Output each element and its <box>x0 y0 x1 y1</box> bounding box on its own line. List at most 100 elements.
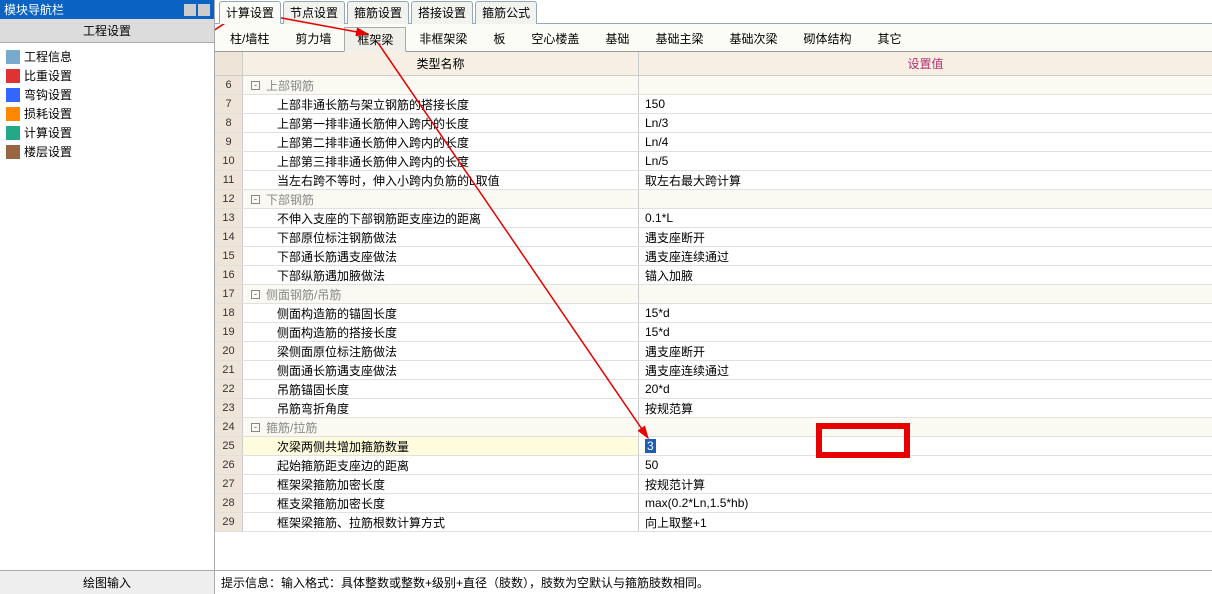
setting-value[interactable]: 遇支座连续通过 <box>639 361 1212 379</box>
secondary-tab[interactable]: 剪力墙 <box>282 26 344 51</box>
setting-value[interactable] <box>639 76 1212 94</box>
secondary-tab[interactable]: 其它 <box>864 26 914 51</box>
primary-tab[interactable]: 搭接设置 <box>411 1 473 24</box>
sidebar-bottom-tab[interactable]: 绘图输入 <box>0 570 214 594</box>
setting-value[interactable]: 向上取整+1 <box>639 513 1212 531</box>
group-row[interactable]: 17-侧面钢筋/吊筋 <box>215 285 1212 304</box>
sidebar-item[interactable]: 计算设置 <box>0 123 214 142</box>
row-number: 20 <box>215 342 243 360</box>
tree-icon <box>6 145 20 159</box>
setting-row[interactable]: 21侧面通长筋遇支座做法遇支座连续通过 <box>215 361 1212 380</box>
setting-name: 起始箍筋距支座边的距离 <box>243 456 639 474</box>
setting-row[interactable]: 16下部纵筋遇加腋做法锚入加腋 <box>215 266 1212 285</box>
setting-value[interactable]: 锚入加腋 <box>639 266 1212 284</box>
setting-row[interactable]: 25次梁两侧共增加箍筋数量3 <box>215 437 1212 456</box>
collapse-icon[interactable]: - <box>251 195 260 204</box>
setting-value[interactable]: 3 <box>639 437 1212 455</box>
collapse-icon[interactable]: - <box>251 81 260 90</box>
setting-value[interactable]: 15*d <box>639 323 1212 341</box>
secondary-tab[interactable]: 基础 <box>592 26 642 51</box>
setting-value[interactable] <box>639 190 1212 208</box>
row-number: 24 <box>215 418 243 436</box>
setting-row[interactable]: 11当左右跨不等时，伸入小跨内负筋的L取值取左右最大跨计算 <box>215 171 1212 190</box>
setting-row[interactable]: 20梁侧面原位标注筋做法遇支座断开 <box>215 342 1212 361</box>
primary-tab[interactable]: 节点设置 <box>283 1 345 24</box>
setting-name: -侧面钢筋/吊筋 <box>243 285 639 303</box>
sidebar-item[interactable]: 工程信息 <box>0 47 214 66</box>
primary-tab[interactable]: 箍筋设置 <box>347 1 409 24</box>
sidebar-section-header[interactable]: 工程设置 <box>0 19 214 43</box>
setting-value[interactable]: 遇支座连续通过 <box>639 247 1212 265</box>
group-row[interactable]: 24-箍筋/拉筋 <box>215 418 1212 437</box>
sidebar-item[interactable]: 比重设置 <box>0 66 214 85</box>
setting-name: 梁侧面原位标注筋做法 <box>243 342 639 360</box>
setting-value[interactable] <box>639 418 1212 436</box>
setting-name: 侧面构造筋的搭接长度 <box>243 323 639 341</box>
setting-row[interactable]: 22吊筋锚固长度20*d <box>215 380 1212 399</box>
setting-value[interactable]: 150 <box>639 95 1212 113</box>
setting-row[interactable]: 28框支梁箍筋加密长度max(0.2*Ln,1.5*hb) <box>215 494 1212 513</box>
setting-row[interactable]: 27框架梁箍筋加密长度按规范计算 <box>215 475 1212 494</box>
setting-value[interactable]: 0.1*L <box>639 209 1212 227</box>
setting-row[interactable]: 18侧面构造筋的锚固长度15*d <box>215 304 1212 323</box>
sidebar-item[interactable]: 损耗设置 <box>0 104 214 123</box>
group-row[interactable]: 6-上部钢筋 <box>215 76 1212 95</box>
setting-value[interactable]: 15*d <box>639 304 1212 322</box>
setting-value[interactable]: 遇支座断开 <box>639 342 1212 360</box>
secondary-tab[interactable]: 砌体结构 <box>790 26 864 51</box>
setting-row[interactable]: 14下部原位标注钢筋做法遇支座断开 <box>215 228 1212 247</box>
close-icon[interactable] <box>198 4 210 16</box>
setting-row[interactable]: 13不伸入支座的下部钢筋距支座边的距离0.1*L <box>215 209 1212 228</box>
setting-row[interactable]: 8上部第一排非通长筋伸入跨内的长度Ln/3 <box>215 114 1212 133</box>
row-number: 27 <box>215 475 243 493</box>
setting-value[interactable]: Ln/5 <box>639 152 1212 170</box>
setting-value[interactable]: Ln/4 <box>639 133 1212 151</box>
row-number: 17 <box>215 285 243 303</box>
setting-value[interactable]: 按规范计算 <box>639 475 1212 493</box>
setting-name: 下部通长筋遇支座做法 <box>243 247 639 265</box>
secondary-tab[interactable]: 板 <box>480 26 518 51</box>
setting-row[interactable]: 7上部非通长筋与架立钢筋的搭接长度150 <box>215 95 1212 114</box>
primary-tab[interactable]: 箍筋公式 <box>475 1 537 24</box>
setting-name: 侧面通长筋遇支座做法 <box>243 361 639 379</box>
sidebar-item[interactable]: 楼层设置 <box>0 142 214 161</box>
setting-value[interactable]: Ln/3 <box>639 114 1212 132</box>
row-number: 21 <box>215 361 243 379</box>
collapse-icon[interactable]: - <box>251 290 260 299</box>
primary-tab[interactable]: 计算设置 <box>219 1 281 24</box>
setting-row[interactable]: 23吊筋弯折角度按规范算 <box>215 399 1212 418</box>
row-number: 13 <box>215 209 243 227</box>
setting-value[interactable]: 按规范算 <box>639 399 1212 417</box>
setting-name: 次梁两侧共增加箍筋数量 <box>243 437 639 455</box>
setting-row[interactable]: 19侧面构造筋的搭接长度15*d <box>215 323 1212 342</box>
setting-value[interactable] <box>639 285 1212 303</box>
setting-name: 下部原位标注钢筋做法 <box>243 228 639 246</box>
tree-icon <box>6 126 20 140</box>
secondary-tab[interactable]: 基础次梁 <box>716 26 790 51</box>
setting-value[interactable]: max(0.2*Ln,1.5*hb) <box>639 494 1212 512</box>
setting-value[interactable]: 取左右最大跨计算 <box>639 171 1212 189</box>
secondary-tab[interactable]: 空心楼盖 <box>518 26 592 51</box>
setting-value[interactable]: 50 <box>639 456 1212 474</box>
secondary-tab[interactable]: 柱/墙柱 <box>217 26 282 51</box>
grid-header: 类型名称 设置值 <box>215 52 1212 76</box>
row-number: 8 <box>215 114 243 132</box>
collapse-icon[interactable]: - <box>251 423 260 432</box>
row-number: 18 <box>215 304 243 322</box>
secondary-tab[interactable]: 非框架梁 <box>406 26 480 51</box>
setting-name: -箍筋/拉筋 <box>243 418 639 436</box>
setting-row[interactable]: 10上部第三排非通长筋伸入跨内的长度Ln/5 <box>215 152 1212 171</box>
setting-row[interactable]: 9上部第二排非通长筋伸入跨内的长度Ln/4 <box>215 133 1212 152</box>
row-number: 22 <box>215 380 243 398</box>
pin-icon[interactable] <box>184 4 196 16</box>
sidebar-titlebar: 模块导航栏 <box>0 0 214 19</box>
group-row[interactable]: 12-下部钢筋 <box>215 190 1212 209</box>
secondary-tab[interactable]: 基础主梁 <box>642 26 716 51</box>
setting-row[interactable]: 26起始箍筋距支座边的距离50 <box>215 456 1212 475</box>
setting-row[interactable]: 29框架梁箍筋、拉筋根数计算方式向上取整+1 <box>215 513 1212 532</box>
setting-value[interactable]: 20*d <box>639 380 1212 398</box>
sidebar-item[interactable]: 弯钩设置 <box>0 85 214 104</box>
setting-value[interactable]: 遇支座断开 <box>639 228 1212 246</box>
setting-row[interactable]: 15下部通长筋遇支座做法遇支座连续通过 <box>215 247 1212 266</box>
secondary-tab[interactable]: 框架梁 <box>344 27 406 52</box>
